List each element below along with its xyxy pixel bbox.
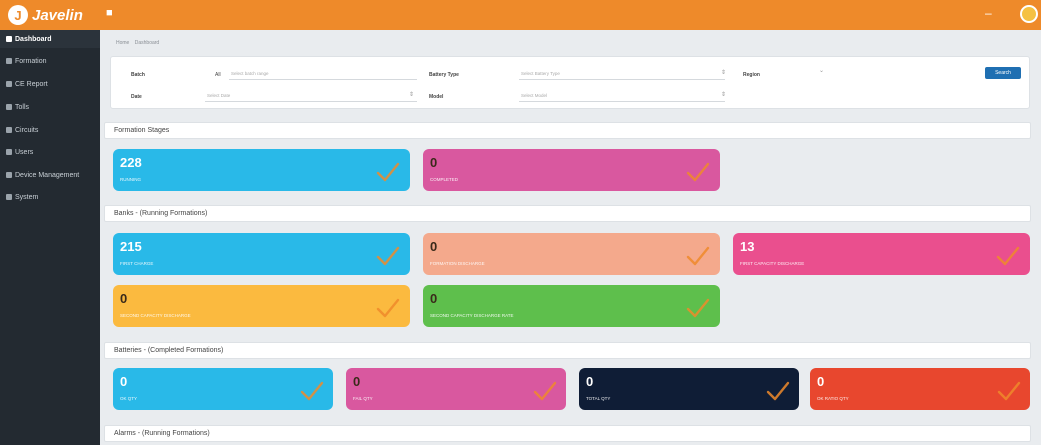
section-alarms-running: Alarms - (Running Formations) bbox=[104, 425, 1031, 442]
region-chevron-icon[interactable]: ⌄ bbox=[819, 67, 824, 74]
check-icon bbox=[996, 378, 1022, 404]
report-icon bbox=[6, 81, 12, 87]
card-completed[interactable]: 0 Completed bbox=[423, 149, 720, 191]
search-button[interactable]: Search bbox=[985, 67, 1021, 79]
app-logo[interactable]: J Javelin bbox=[8, 4, 83, 26]
system-icon bbox=[6, 194, 12, 200]
check-icon bbox=[995, 243, 1021, 269]
card-value: 215 bbox=[120, 239, 142, 254]
card-value: 0 bbox=[120, 291, 128, 306]
card-label: First Capacity Discharge bbox=[740, 261, 805, 266]
section-batteries-completed: Batteries - (Completed Formations) bbox=[104, 342, 1031, 359]
battery-type-label: Battery Type bbox=[429, 72, 459, 78]
card-ok-qty[interactable]: 0 OK QTY bbox=[113, 368, 333, 410]
card-label: Fail QTY bbox=[353, 396, 373, 401]
card-formation-discharge[interactable]: 0 Formation Discharge bbox=[423, 233, 720, 275]
batch-prefix: All bbox=[215, 72, 221, 78]
card-value: 0 bbox=[353, 374, 361, 389]
card-value: 228 bbox=[120, 155, 142, 170]
batch-label: Batch bbox=[131, 72, 145, 78]
check-icon bbox=[299, 378, 325, 404]
card-value: 0 bbox=[120, 374, 128, 389]
section-formation-stages: Formation Stages bbox=[104, 122, 1031, 139]
sidebar-item-ce-report[interactable]: CE Report bbox=[0, 75, 100, 93]
card-label: Total QTY bbox=[586, 396, 611, 401]
sidebar-item-system[interactable]: System bbox=[0, 188, 100, 206]
card-label: Completed bbox=[430, 177, 459, 182]
app-title: Javelin bbox=[32, 6, 83, 24]
check-icon bbox=[375, 243, 401, 269]
section-banks-running: Banks - (Running Formations) bbox=[104, 205, 1031, 222]
javelin-logo-icon: J bbox=[8, 5, 28, 25]
sidebar-item-device-management[interactable]: Device Management bbox=[0, 166, 100, 184]
breadcrumb: Home Dashboard bbox=[116, 40, 163, 46]
card-value: 0 bbox=[817, 374, 825, 389]
card-second-capacity-discharge-rate[interactable]: 0 Second Capacity Discharge Rate bbox=[423, 285, 720, 327]
card-label: Formation Discharge bbox=[430, 261, 485, 266]
check-icon bbox=[685, 159, 711, 185]
battery-type-select[interactable]: Select Battery Type bbox=[519, 68, 725, 80]
card-first-capacity-discharge[interactable]: 13 First Capacity Discharge bbox=[733, 233, 1030, 275]
card-value: 0 bbox=[430, 291, 438, 306]
card-running[interactable]: 228 Running bbox=[113, 149, 410, 191]
minimize-icon[interactable]: – bbox=[985, 6, 992, 20]
check-icon bbox=[765, 378, 791, 404]
card-value: 0 bbox=[430, 155, 438, 170]
sidebar-item-dashboard[interactable]: Dashboard bbox=[0, 30, 100, 48]
check-icon bbox=[685, 295, 711, 321]
user-avatar-icon[interactable] bbox=[1020, 5, 1038, 23]
users-icon bbox=[6, 149, 12, 155]
sidebar: Dashboard Formation CE Report Tolls Circ… bbox=[0, 30, 100, 445]
card-value: 0 bbox=[586, 374, 594, 389]
card-label: Second Capacity Discharge Rate bbox=[430, 313, 514, 318]
sidebar-item-formation[interactable]: Formation bbox=[0, 52, 100, 70]
circuit-icon bbox=[6, 127, 12, 133]
date-chevron-icon[interactable]: ⇕ bbox=[409, 91, 414, 98]
region-label: Region bbox=[743, 72, 760, 78]
card-label: OK QTY bbox=[120, 396, 138, 401]
card-label: Running bbox=[120, 177, 141, 182]
breadcrumb-current: Dashboard bbox=[134, 40, 160, 46]
dashboard-icon bbox=[6, 36, 12, 42]
top-bar: J Javelin ■ – bbox=[0, 0, 1041, 30]
date-input[interactable]: Select Date bbox=[205, 90, 417, 102]
check-icon bbox=[532, 378, 558, 404]
card-total-qty[interactable]: 0 Total QTY bbox=[579, 368, 799, 410]
sidebar-item-circuits[interactable]: Circuits bbox=[0, 121, 100, 139]
breadcrumb-home[interactable]: Home bbox=[116, 40, 129, 46]
check-icon bbox=[685, 243, 711, 269]
sidebar-item-tolls[interactable]: Tolls bbox=[0, 98, 100, 116]
battery-type-chevron-icon[interactable]: ⇕ bbox=[721, 69, 726, 76]
card-label: Second Capacity Discharge bbox=[120, 313, 191, 318]
card-ok-ratio-qty[interactable]: 0 Ok Ratio QTY bbox=[810, 368, 1030, 410]
check-icon bbox=[375, 159, 401, 185]
model-label: Model bbox=[429, 94, 444, 100]
card-value: 0 bbox=[430, 239, 438, 254]
card-second-capacity-discharge[interactable]: 0 Second Capacity Discharge bbox=[113, 285, 410, 327]
date-label: Date bbox=[131, 94, 142, 100]
card-value: 13 bbox=[740, 239, 755, 254]
filter-panel: Batch All Select batch range Battery Typ… bbox=[110, 56, 1030, 109]
check-icon bbox=[375, 295, 401, 321]
menu-icon[interactable]: ■ bbox=[106, 7, 113, 19]
card-label: Ok Ratio QTY bbox=[817, 396, 849, 401]
card-label: First Charge bbox=[120, 261, 154, 266]
sidebar-item-users[interactable]: Users bbox=[0, 143, 100, 161]
tools-icon bbox=[6, 104, 12, 110]
card-fail-qty[interactable]: 0 Fail QTY bbox=[346, 368, 566, 410]
batch-range-input[interactable]: Select batch range bbox=[229, 68, 417, 80]
model-select[interactable]: Select Model bbox=[519, 90, 725, 102]
model-chevron-icon[interactable]: ⇕ bbox=[721, 91, 726, 98]
card-first-charge[interactable]: 215 First Charge bbox=[113, 233, 410, 275]
device-icon bbox=[6, 172, 12, 178]
formation-icon bbox=[6, 58, 12, 64]
